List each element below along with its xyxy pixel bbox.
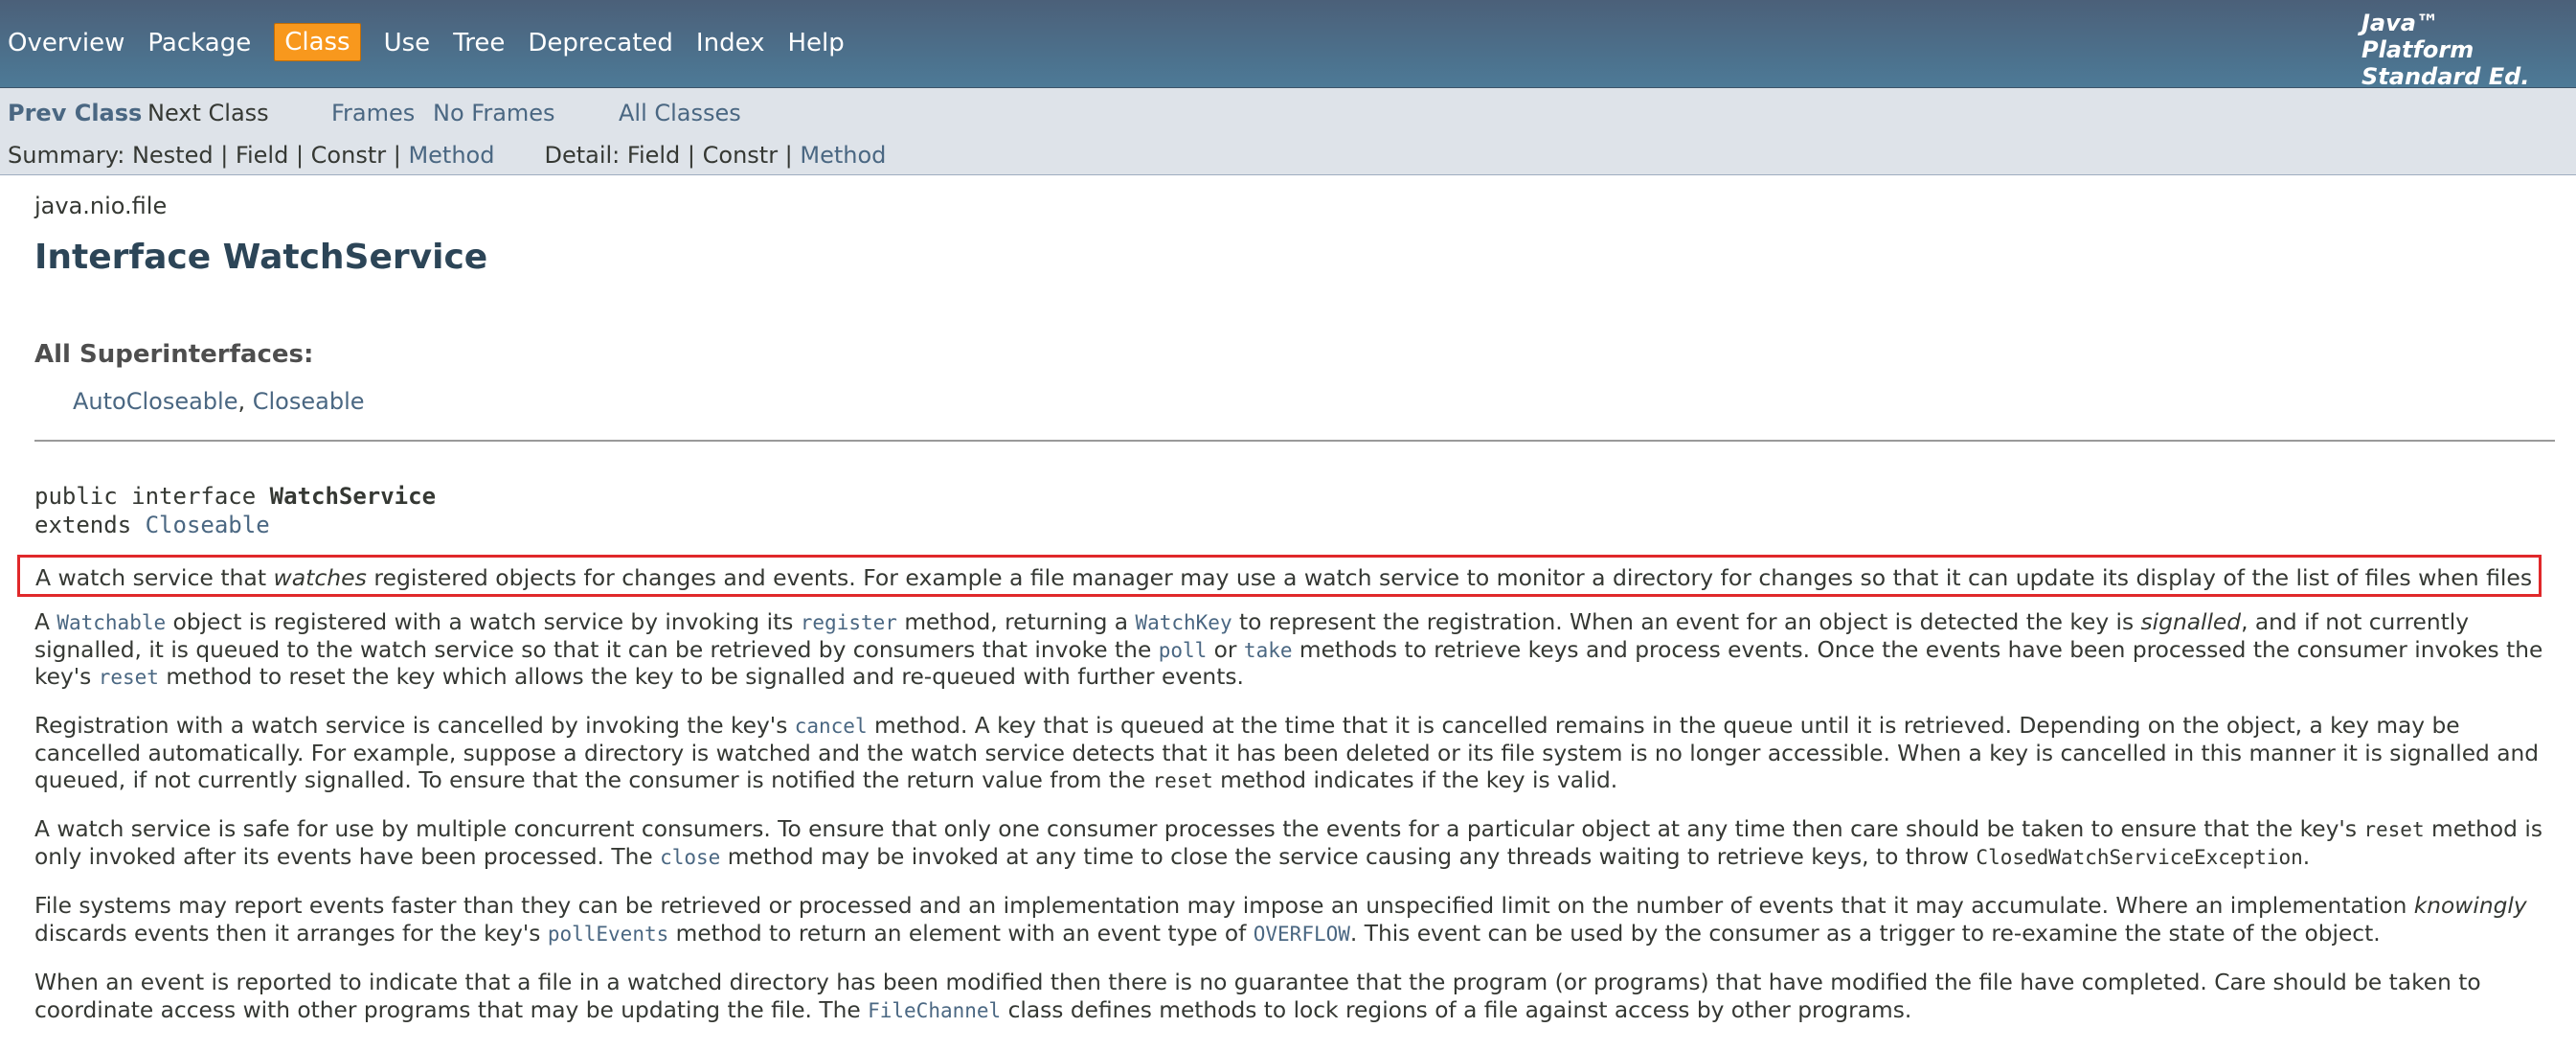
top-navbar: Overview Package Class Use Tree Deprecat…	[0, 0, 2576, 117]
lead-emphasis: watches	[273, 564, 367, 591]
p5-b: class defines methods to lock regions of…	[1001, 996, 1912, 1023]
divider	[34, 440, 2555, 442]
register-link[interactable]: register	[801, 611, 897, 634]
p4-d: . This event can be used by the consumer…	[1349, 920, 2381, 947]
nav-help[interactable]: Help	[788, 29, 845, 57]
nav-overview[interactable]: Overview	[8, 29, 124, 57]
platform-line1: Java™ Platform	[2361, 10, 2474, 63]
closeable-link[interactable]: Closeable	[253, 388, 365, 415]
paragraph-registration: A Watchable object is registered with a …	[34, 609, 2553, 692]
nav-package[interactable]: Package	[147, 29, 251, 57]
superinterfaces-heading: All Superinterfaces:	[34, 340, 314, 369]
p3-c: method may be invoked at any time to clo…	[720, 843, 1977, 870]
p4-a: File systems may report events faster th…	[34, 893, 2414, 919]
detail-method-link[interactable]: Method	[800, 142, 886, 169]
nav-index[interactable]: Index	[696, 29, 765, 57]
p1-c: method, returning a	[896, 609, 1136, 635]
p4-emphasis: knowingly	[2413, 893, 2527, 919]
superinterfaces-list: AutoCloseable, Closeable	[73, 388, 365, 415]
nav-deprecated[interactable]: Deprecated	[528, 29, 673, 57]
autocloseable-link[interactable]: AutoCloseable	[73, 388, 237, 415]
signature-name: WatchService	[269, 483, 437, 510]
p1-h: method to reset the key which allows the…	[158, 664, 1244, 690]
filechannel-link[interactable]: FileChannel	[868, 999, 1001, 1022]
prev-class-link[interactable]: Prev Class	[8, 100, 147, 126]
package-name: java.nio.file	[34, 193, 168, 219]
summary-label: Summary: Nested | Field | Constr |	[8, 142, 409, 169]
watchkey-link[interactable]: WatchKey	[1135, 611, 1232, 634]
reset-code: reset	[1152, 769, 1213, 792]
p4-b: discards events then it arranges for the…	[34, 920, 548, 947]
p1-emphasis: signalled	[2140, 609, 2242, 635]
close-link[interactable]: close	[660, 846, 720, 869]
poll-link[interactable]: poll	[1159, 639, 1208, 662]
sub-navbar: Prev Class Next Class Frames No Frames A…	[0, 88, 2576, 175]
subnav-row-links: Prev Class Next Class Frames No Frames A…	[8, 100, 741, 126]
exception-code: ClosedWatchServiceException	[1976, 845, 2303, 869]
pollevents-link[interactable]: pollEvents	[548, 923, 668, 946]
overflow-link[interactable]: OVERFLOW	[1254, 923, 1350, 946]
no-frames-link[interactable]: No Frames	[433, 100, 619, 126]
next-class-label: Next Class	[147, 100, 269, 126]
p2-a: Registration with a watch service is can…	[34, 713, 795, 739]
p2-c: method indicates if the key is valid.	[1212, 767, 1618, 793]
p1-b: object is registered with a watch servic…	[166, 609, 801, 635]
p3-d: .	[2302, 843, 2311, 870]
nav-class-active: Class	[274, 23, 361, 61]
p1-f: or	[1207, 636, 1244, 663]
type-signature: public interface WatchService extends Cl…	[34, 482, 436, 539]
paragraph-modification: When an event is reported to indicate th…	[34, 970, 2553, 1024]
summary-method-link[interactable]: Method	[408, 142, 494, 169]
reset-link[interactable]: reset	[99, 666, 159, 689]
p4-c: method to return an element with an even…	[668, 920, 1254, 947]
nav-use[interactable]: Use	[384, 29, 431, 57]
lead-text-a: A watch service that	[35, 564, 274, 591]
lead-text-b: registered objects for changes and event…	[373, 564, 2539, 591]
p1-a: A	[34, 609, 57, 635]
all-classes-link[interactable]: All Classes	[619, 100, 741, 126]
cancel-link[interactable]: cancel	[795, 715, 868, 738]
top-nav-list: Overview Package Class Use Tree Deprecat…	[8, 23, 868, 61]
paragraph-concurrency: A watch service is safe for use by multi…	[34, 816, 2553, 871]
p3-a: A watch service is safe for use by multi…	[34, 816, 2364, 842]
nav-tree[interactable]: Tree	[453, 29, 505, 57]
paragraph-overflow: File systems may report events faster th…	[34, 893, 2553, 947]
reset-code-2: reset	[2363, 818, 2425, 841]
frames-link[interactable]: Frames	[331, 100, 433, 126]
signature-prefix: public interface	[34, 483, 270, 510]
paragraph-cancellation: Registration with a watch service is can…	[34, 713, 2553, 795]
subnav-row-summary: Summary: Nested | Field | Constr | Metho…	[8, 142, 886, 169]
take-link[interactable]: take	[1244, 639, 1293, 662]
detail-label: Detail: Field | Constr |	[544, 142, 801, 169]
superinterfaces-separator: ,	[237, 388, 253, 415]
lead-description: A watch service that watches registered …	[17, 555, 2542, 597]
signature-extends-link[interactable]: Closeable	[146, 512, 270, 538]
page-title: Interface WatchService	[34, 238, 488, 277]
signature-extends: extends	[34, 512, 146, 538]
watchable-link[interactable]: Watchable	[56, 611, 166, 634]
p1-d: to represent the registration. When an e…	[1232, 609, 2141, 635]
